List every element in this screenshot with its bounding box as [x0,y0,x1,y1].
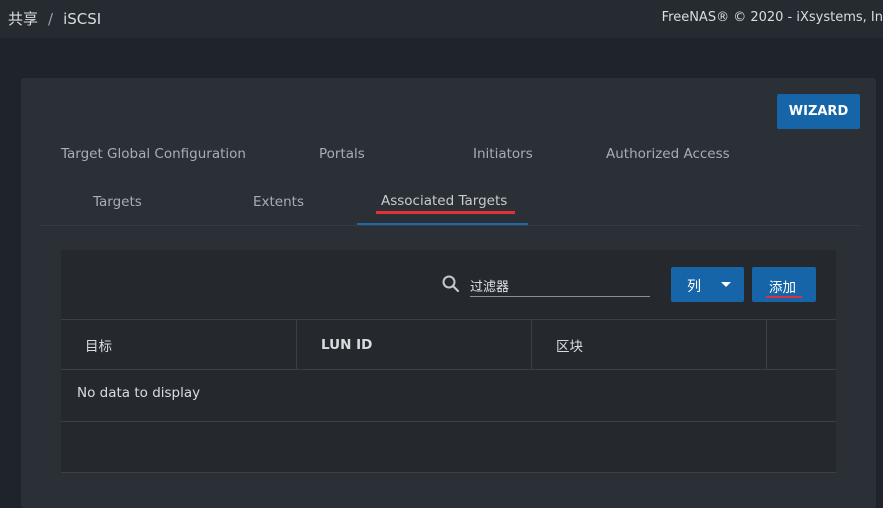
breadcrumb-share[interactable]: 共享 [8,10,38,28]
breadcrumb-current: iSCSI [63,10,102,28]
search-icon[interactable] [441,274,461,294]
columns-button[interactable]: 列 [671,267,744,302]
column-header-lun-id[interactable]: LUN ID [297,320,532,369]
filter-input[interactable] [470,274,650,297]
copyright-text: FreeNAS® © 2020 - iXsystems, In [661,10,883,25]
columns-button-label: 列 [687,279,701,295]
empty-message: No data to display [77,385,201,401]
breadcrumb-separator: / [48,10,54,28]
chevron-down-icon [721,282,731,287]
associated-targets-table: 列 添加 目标 LUN ID 区块 No data to display [61,250,836,473]
table-footer [61,422,836,473]
column-header-target[interactable]: 目标 [61,320,297,369]
wizard-button[interactable]: WIZARD [777,94,860,129]
tab-divider [40,225,860,226]
tab-authorized-access[interactable]: Authorized Access [606,146,730,162]
add-button-highlight [766,296,802,298]
tab-initiators[interactable]: Initiators [473,146,533,162]
tab-target-global-configuration[interactable]: Target Global Configuration [61,146,246,162]
tab-associated-targets[interactable]: Associated Targets [381,193,507,209]
column-header-lun-id-label: LUN ID [321,336,373,353]
top-bar: 共享 / iSCSI FreeNAS® © 2020 - iXsystems, In [0,0,883,38]
column-header-extent[interactable]: 区块 [532,320,767,369]
active-tab-highlight [376,211,515,214]
tab-targets[interactable]: Targets [93,194,142,210]
table-header: 目标 LUN ID 区块 [61,319,836,370]
tab-extents[interactable]: Extents [253,194,304,210]
add-button-label: 添加 [769,280,796,296]
iscsi-card: WIZARD Target Global Configuration Porta… [21,78,876,508]
tab-portals[interactable]: Portals [319,146,365,162]
add-button[interactable]: 添加 [752,267,816,302]
breadcrumb: 共享 / iSCSI [8,8,101,29]
table-row: No data to display [61,368,836,422]
